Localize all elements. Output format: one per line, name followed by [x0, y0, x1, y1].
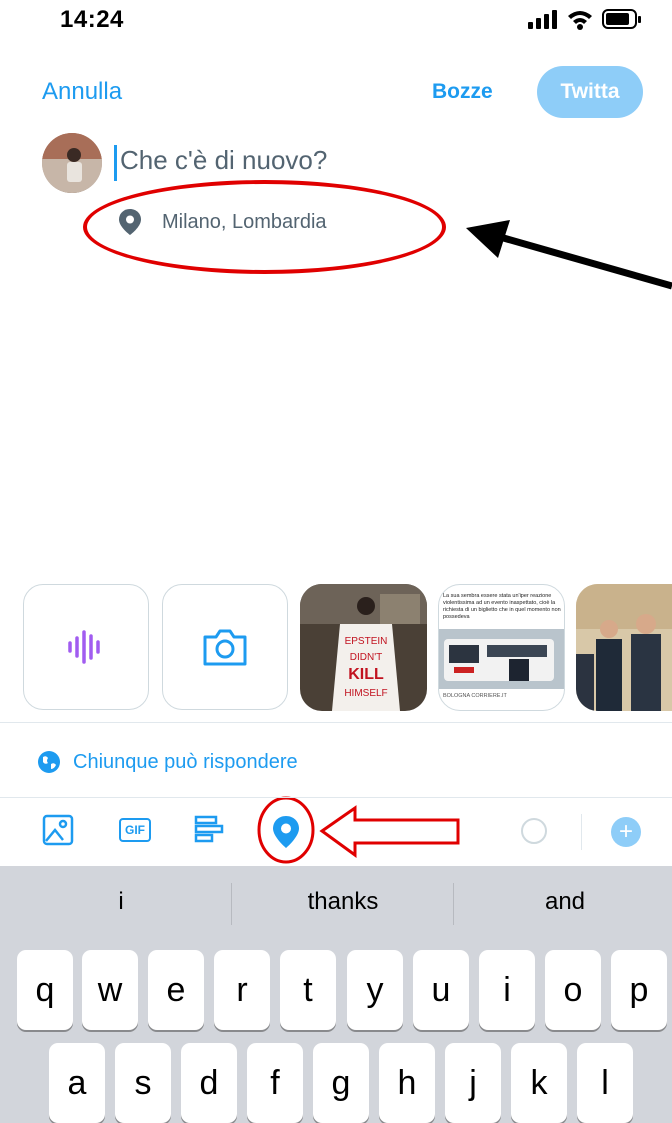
divider: [0, 722, 672, 723]
camera-button[interactable]: [162, 584, 288, 710]
gif-icon: GIF: [119, 818, 151, 842]
location-button[interactable]: [272, 815, 300, 849]
key[interactable]: s: [115, 1043, 171, 1123]
suggestion-separator: [231, 883, 232, 925]
image-icon: [42, 814, 74, 846]
gif-button[interactable]: GIF: [119, 818, 151, 842]
screenshot-line: richiesta di un biglietto che in quel mo…: [443, 607, 561, 613]
reply-setting-label: Chiunque può rispondere: [73, 750, 298, 773]
suggestion-item[interactable]: and: [465, 888, 665, 916]
location-pin-icon: [273, 816, 299, 848]
key[interactable]: y: [347, 950, 403, 1030]
key[interactable]: o: [545, 950, 601, 1030]
screenshot-text: La sua sembra essere stata un'iper reazi…: [443, 593, 561, 621]
key[interactable]: q: [17, 950, 73, 1030]
key[interactable]: g: [313, 1043, 369, 1123]
key[interactable]: t: [280, 950, 336, 1030]
screenshot-caption: BOLOGNA CORRIERE.IT: [443, 693, 507, 699]
key[interactable]: d: [181, 1043, 237, 1123]
bus-photo: [439, 629, 564, 689]
voice-tweet-button[interactable]: [23, 584, 149, 710]
poll-button[interactable]: [193, 813, 225, 845]
suggestion-item[interactable]: thanks: [243, 888, 443, 916]
dress-text-line2: DIDN'T: [350, 652, 382, 663]
camera-icon: [203, 629, 247, 666]
key[interactable]: p: [611, 950, 667, 1030]
media-button[interactable]: [41, 813, 75, 847]
add-tweet-button[interactable]: +: [611, 817, 641, 847]
recent-photo-3[interactable]: [576, 584, 672, 711]
recent-photo-2[interactable]: La sua sembra essere stata un'iper reazi…: [438, 584, 565, 711]
globe-icon: [38, 751, 60, 773]
toolbar-separator: [581, 814, 582, 850]
key[interactable]: f: [247, 1043, 303, 1123]
key[interactable]: h: [379, 1043, 435, 1123]
suggestion-separator: [453, 883, 454, 925]
key[interactable]: l: [577, 1043, 633, 1123]
suggestion-item[interactable]: i: [21, 888, 221, 916]
key[interactable]: e: [148, 950, 204, 1030]
dress-text-line1: EPSTEIN: [345, 636, 388, 647]
character-counter: [521, 818, 547, 844]
reply-setting-button[interactable]: Chiunque può rispondere: [37, 750, 298, 774]
black-arrow-annotation: [466, 220, 672, 290]
key[interactable]: i: [479, 950, 535, 1030]
dress-text-line3: KILL: [348, 666, 384, 683]
key[interactable]: u: [413, 950, 469, 1030]
screenshot-line: La sua sembra essere stata un'iper reazi…: [443, 593, 552, 599]
key[interactable]: r: [214, 950, 270, 1030]
key[interactable]: k: [511, 1043, 567, 1123]
key[interactable]: j: [445, 1043, 501, 1123]
screenshot-line: possedeva: [443, 614, 470, 620]
dress-text-line4: HIMSELF: [344, 688, 387, 699]
divider: [0, 797, 672, 798]
poll-icon: [194, 815, 224, 843]
audio-wave-icon: [68, 630, 100, 664]
screenshot-line: violentissima ad un evento inaspettato, …: [443, 600, 556, 606]
recent-photo-1[interactable]: EPSTEIN DIDN'T KILL HIMSELF: [300, 584, 427, 711]
key[interactable]: w: [82, 950, 138, 1030]
key[interactable]: a: [49, 1043, 105, 1123]
